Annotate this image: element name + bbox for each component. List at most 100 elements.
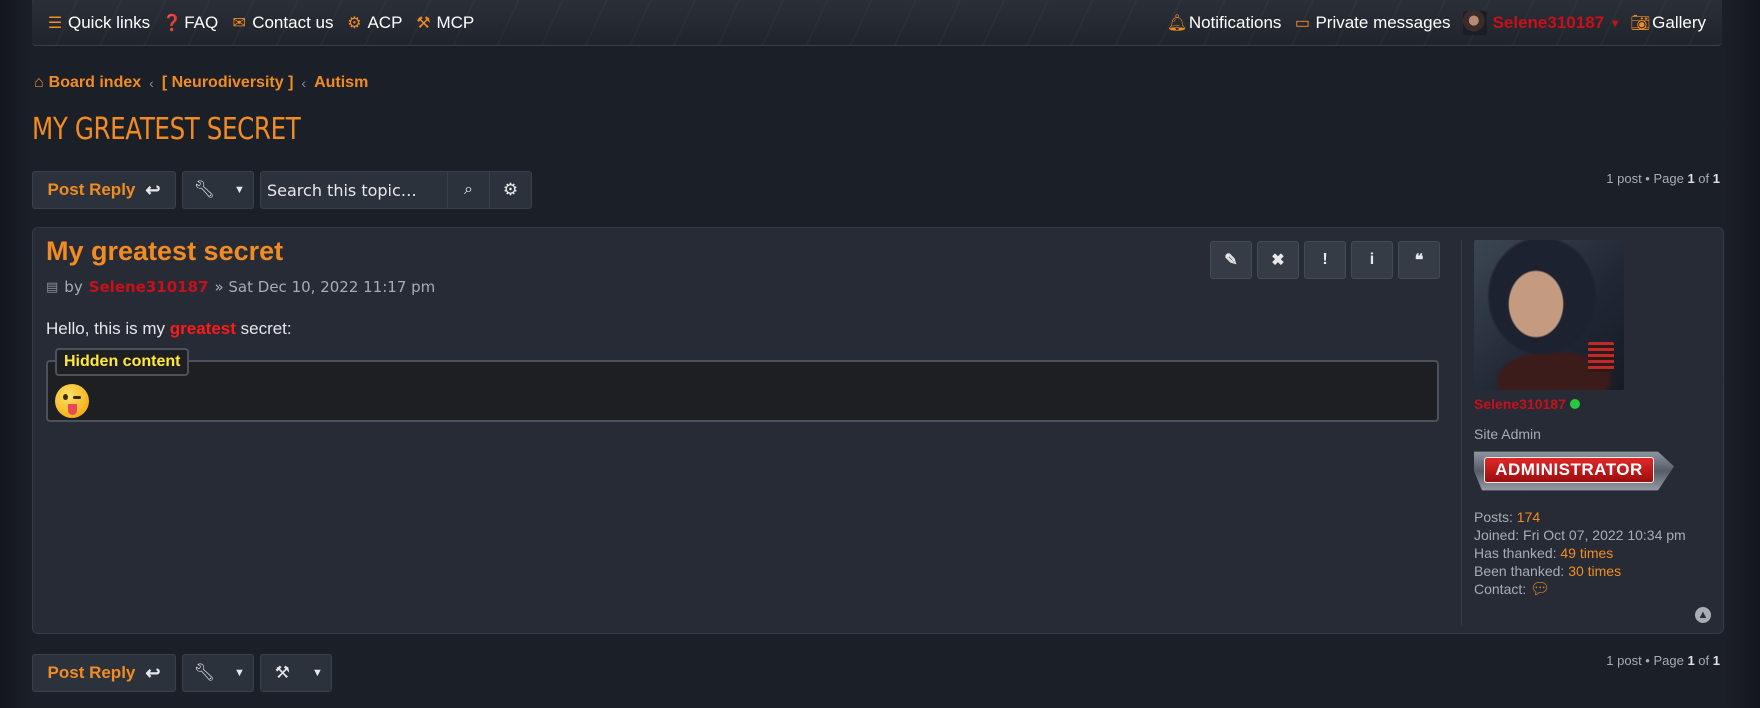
pagination-prefix: 1 post • Page xyxy=(1606,653,1688,668)
mcp-label: MCP xyxy=(436,12,475,32)
caret-down-icon: ▼ xyxy=(233,667,245,679)
reply-icon: ↩ xyxy=(145,662,161,683)
delete-icon: ✖ xyxy=(1271,252,1285,269)
navbar-left: ☰ Quick links ❓ FAQ ✉ Contact us ⚙ ACP ⚒… xyxy=(46,13,474,33)
notifications-link[interactable]: 🔔︎ Notifications xyxy=(1167,13,1282,33)
post-panel: My greatest secret ▤ by Selene310187 » S… xyxy=(32,227,1724,634)
topic-actions-bottom: Post Reply ↩ 🔧︎ ▼ ⚒ ▼ xyxy=(32,654,332,692)
search-button[interactable]: ⌕ xyxy=(448,171,490,209)
mcp-link[interactable]: ⚒ MCP xyxy=(414,13,474,33)
report-icon: ! xyxy=(1322,251,1328,268)
quote-button[interactable]: ❝ xyxy=(1398,241,1440,279)
stat-posts-value[interactable]: 174 xyxy=(1517,509,1540,525)
top-navbar: ☰ Quick links ❓ FAQ ✉ Contact us ⚙ ACP ⚒… xyxy=(32,0,1722,46)
edit-button[interactable]: ✎ xyxy=(1210,241,1252,279)
delete-button[interactable]: ✖ xyxy=(1257,241,1299,279)
hidden-content-box: Hidden content xyxy=(46,348,1439,422)
quick-links-label: Quick links xyxy=(68,12,151,32)
contact-us-link[interactable]: ✉ Contact us xyxy=(230,12,334,33)
caret-down-icon: ▼ xyxy=(233,184,245,196)
question-icon: ❓ xyxy=(162,14,183,32)
stat-contact: Contact: 💬︎ xyxy=(1474,581,1551,598)
pagination-of: of xyxy=(1694,171,1713,186)
breadcrumb-separator: ‹ xyxy=(301,75,307,91)
envelope-icon: ✉ xyxy=(232,14,246,32)
info-icon: i xyxy=(1369,251,1375,268)
topic-tools-dropdown[interactable]: 🔧︎ ▼ xyxy=(182,171,254,209)
pagination-prefix: 1 post • Page xyxy=(1606,171,1688,186)
profile-rank: Site Admin xyxy=(1474,426,1541,442)
pagination-total: 1 xyxy=(1712,653,1720,668)
breadcrumb-autism[interactable]: Autism xyxy=(314,74,368,92)
gallery-label: Gallery xyxy=(1652,12,1706,32)
camera-icon: 📷︎ xyxy=(1630,14,1651,32)
navbar-right: 🔔︎ Notifications ▭ Private messages Sele… xyxy=(1167,10,1706,35)
wrench-icon: 🔧︎ xyxy=(193,180,216,199)
info-button[interactable]: i xyxy=(1351,241,1393,279)
private-messages-label: Private messages xyxy=(1315,12,1451,32)
pagination-current: 1 xyxy=(1687,653,1695,668)
profile-stats: Posts: 174 Joined: Fri Oct 07, 2022 10:3… xyxy=(1474,508,1711,599)
quick-mod-tools-dropdown[interactable]: ⚒ ▼ xyxy=(260,654,332,692)
search-input[interactable] xyxy=(260,171,448,209)
post-reply-label: Post Reply xyxy=(47,663,136,682)
pagination-bottom: 1 post • Page 1 of 1 xyxy=(1606,653,1720,668)
post-date: » Sat Dec 10, 2022 11:17 pm xyxy=(214,278,436,296)
private-messages-link[interactable]: ▭ Private messages xyxy=(1293,12,1451,33)
user-menu[interactable]: Selene310187 ▾ xyxy=(1462,10,1618,35)
bell-icon: 🔔︎ xyxy=(1166,14,1188,32)
report-button[interactable]: ! xyxy=(1304,241,1346,279)
stat-posts: Posts: 174 xyxy=(1474,509,1541,525)
topic-actions-top: Post Reply ↩ 🔧︎ ▼ ⌕ ⚙ xyxy=(32,171,532,209)
post-buttons: ✎ ✖ ! i ❝ xyxy=(1210,241,1440,279)
acp-label: ACP xyxy=(367,12,403,32)
caret-down-icon: ▼ xyxy=(311,667,323,679)
acp-link[interactable]: ⚙ ACP xyxy=(345,13,402,33)
pagination-current: 1 xyxy=(1687,171,1695,186)
online-status-icon xyxy=(1569,399,1580,409)
faq-link[interactable]: ❓ FAQ xyxy=(162,13,218,33)
stat-has-thanked-value[interactable]: 49 times xyxy=(1560,545,1613,561)
back-to-top-icon[interactable]: ▲ xyxy=(1695,607,1711,623)
contact-us-label: Contact us xyxy=(252,12,334,32)
post-reply-button[interactable]: Post Reply ↩ xyxy=(32,171,176,209)
board-index-label: Board index xyxy=(48,74,142,91)
reply-icon: ↩ xyxy=(145,179,161,200)
cogs-icon: ⚙ xyxy=(347,14,362,32)
stat-been-thanked-value[interactable]: 30 times xyxy=(1568,563,1621,579)
pagination-of: of xyxy=(1694,653,1713,668)
notifications-label: Notifications xyxy=(1188,12,1282,32)
stat-been-thanked: Been thanked: 30 times xyxy=(1474,563,1622,579)
post-title[interactable]: My greatest secret xyxy=(46,236,283,267)
post-author[interactable]: Selene310187 xyxy=(89,278,209,296)
bars-icon: ☰ xyxy=(47,14,63,32)
post-permalink-icon[interactable]: ▤ xyxy=(46,280,58,295)
post-meta: ▤ by Selene310187 » Sat Dec 10, 2022 11:… xyxy=(46,278,435,296)
advanced-search-button[interactable]: ⚙ xyxy=(490,171,532,209)
quick-links-menu[interactable]: ☰ Quick links xyxy=(46,13,150,33)
gear-icon: ⚙ xyxy=(502,180,519,199)
rank-badge: ADMINISTRATOR xyxy=(1474,448,1674,494)
breadcrumb-neurodiversity[interactable]: [ Neurodiversity ] xyxy=(162,74,294,92)
breadcrumb-board-index[interactable]: ⌂ Board index xyxy=(34,74,141,92)
content-text-after: secret: xyxy=(235,319,292,338)
stat-joined: Joined: Fri Oct 07, 2022 10:34 pm xyxy=(1474,527,1686,543)
profile-username[interactable]: Selene310187 xyxy=(1474,396,1711,412)
edit-icon: ✎ xyxy=(1224,252,1238,269)
avatar xyxy=(1462,10,1487,35)
page-title[interactable]: MY GREATEST SECRET xyxy=(32,112,301,147)
profile-username-text: Selene310187 xyxy=(1474,396,1566,412)
rank-badge-label: ADMINISTRATOR xyxy=(1484,457,1654,483)
topic-tools-dropdown[interactable]: 🔧︎ ▼ xyxy=(182,654,254,692)
breadcrumb: ⌂ Board index ‹ [ Neurodiversity ] ‹ Aut… xyxy=(34,74,368,92)
navbar-username: Selene310187 xyxy=(1492,12,1605,32)
profile-avatar[interactable] xyxy=(1474,240,1624,390)
gallery-link[interactable]: 📷︎ Gallery xyxy=(1630,13,1706,33)
faq-label: FAQ xyxy=(184,12,219,32)
breadcrumb-separator: ‹ xyxy=(149,75,154,91)
post-reply-button[interactable]: Post Reply ↩ xyxy=(32,654,176,692)
content-highlight: greatest xyxy=(169,319,236,338)
content-text-before: Hello, this is my xyxy=(46,319,170,338)
home-icon: ⌂ xyxy=(34,74,44,91)
contact-bubble-icon[interactable]: 💬︎ xyxy=(1530,581,1550,598)
